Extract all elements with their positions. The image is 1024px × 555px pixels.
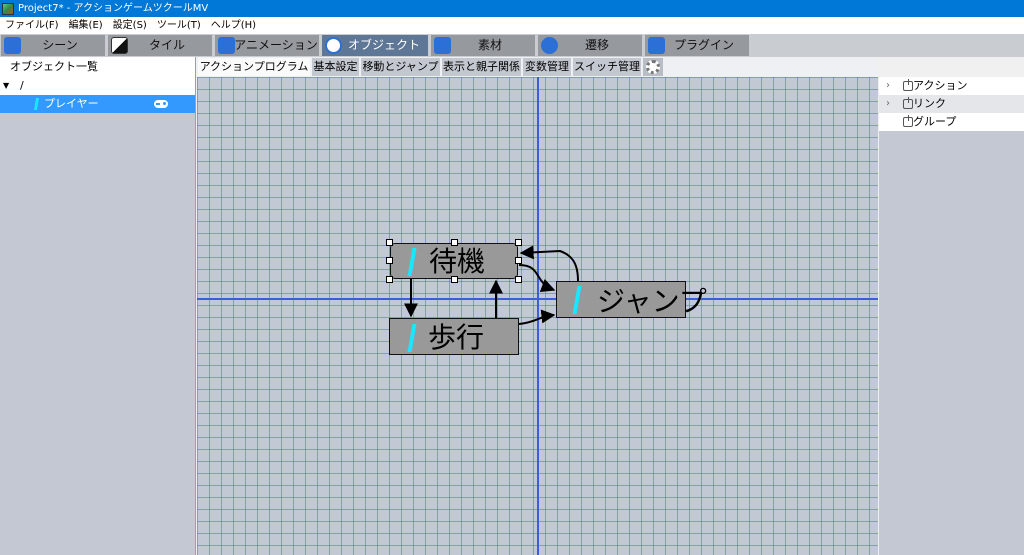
tab-scene-label: シーン xyxy=(42,38,78,52)
tree-item-player[interactable]: プレイヤー xyxy=(0,95,195,113)
subtab-switches[interactable]: スイッチ管理 xyxy=(573,58,641,76)
menu-bar: ファイル(F) 編集(E) 設定(S) ツール(T) ヘルプ(H) xyxy=(0,17,1024,34)
object-list-header: オブジェクト一覧 xyxy=(0,57,195,77)
flash-icon xyxy=(572,286,582,314)
tab-tile-label: タイル xyxy=(148,38,185,52)
palette-item-label: リンク xyxy=(913,97,946,110)
canvas-x-axis xyxy=(197,298,878,300)
palette-panel: › アクション › リンク グループ xyxy=(878,77,1024,555)
palette-item-icon xyxy=(903,97,913,109)
palette-item-action[interactable]: › アクション xyxy=(879,77,1024,95)
resize-handle[interactable] xyxy=(451,239,458,246)
palette-item-label: アクション xyxy=(913,79,968,92)
resize-handle[interactable] xyxy=(515,239,522,246)
tab-animation[interactable]: アニメーション xyxy=(215,35,319,56)
chevron-right-icon[interactable]: › xyxy=(886,77,890,95)
tab-transition-label: 遷移 xyxy=(584,38,609,52)
action-node-label: ジャンプ xyxy=(597,285,707,318)
action-node-walk[interactable]: 歩行 xyxy=(389,318,519,355)
resize-handle[interactable] xyxy=(515,257,522,264)
collapse-toggle-icon[interactable]: ▼ xyxy=(3,77,9,95)
subtab-action-program[interactable]: アクションプログラム xyxy=(198,58,310,76)
tab-tile[interactable]: タイル xyxy=(108,35,212,56)
link-jump-to-idle[interactable] xyxy=(519,245,579,282)
tab-animation-label: アニメーション xyxy=(234,38,318,52)
tab-object[interactable]: オブジェクト xyxy=(322,35,428,56)
menu-file[interactable]: ファイル(F) xyxy=(0,17,64,34)
menu-edit[interactable]: 編集(E) xyxy=(64,17,108,34)
tab-plugin[interactable]: プラグイン xyxy=(645,35,749,56)
palette-item-link[interactable]: › リンク xyxy=(879,95,1024,113)
flash-icon xyxy=(407,248,417,276)
subtab-move-jump[interactable]: 移動とジャンプ xyxy=(361,58,440,76)
window-title: Project7* - アクションゲームツクールMV xyxy=(18,3,209,14)
tab-transition[interactable]: 遷移 xyxy=(538,35,642,56)
palette-item-icon xyxy=(903,115,913,127)
menu-tools[interactable]: ツール(T) xyxy=(152,17,206,34)
palette-item-label: グループ xyxy=(913,115,957,128)
action-program-canvas[interactable]: 待機 歩行 ジャンプ xyxy=(197,77,878,555)
resize-handle[interactable] xyxy=(386,257,393,264)
tree-item-label: プレイヤー xyxy=(44,97,99,110)
gear-icon xyxy=(646,60,660,74)
title-bar: Project7* - アクションゲームツクールMV xyxy=(0,0,1024,17)
subtab-variables[interactable]: 変数管理 xyxy=(523,58,571,76)
settings-gear-button[interactable] xyxy=(643,58,663,76)
chevron-right-icon[interactable]: › xyxy=(886,95,890,113)
tree-root-row[interactable]: ▼ / xyxy=(0,77,195,95)
app-icon xyxy=(2,2,14,15)
resize-handle[interactable] xyxy=(515,276,522,283)
tab-asset[interactable]: 素材 xyxy=(431,35,535,56)
resize-handle[interactable] xyxy=(386,239,393,246)
tab-object-label: オブジェクト xyxy=(347,38,420,52)
palette-item-group[interactable]: グループ xyxy=(879,113,1024,131)
palette-item-icon xyxy=(903,79,913,91)
main-tab-bar: シーン タイル アニメーション オブジェクト 素材 遷移 プラグイン xyxy=(0,34,1024,57)
action-node-label: 待機 xyxy=(429,245,486,278)
gamepad-icon xyxy=(154,100,168,108)
action-node-jump[interactable]: ジャンプ xyxy=(556,281,707,318)
object-list-panel: オブジェクト一覧 ▼ / プレイヤー xyxy=(0,57,196,555)
action-node-idle[interactable]: 待機 xyxy=(390,243,518,279)
menu-help[interactable]: ヘルプ(H) xyxy=(206,17,261,34)
flash-icon xyxy=(33,98,40,110)
resize-handle[interactable] xyxy=(451,276,458,283)
subtab-basic-settings[interactable]: 基本設定 xyxy=(312,58,359,76)
canvas-y-axis xyxy=(537,77,539,555)
tab-plugin-label: プラグイン xyxy=(673,38,734,52)
tab-asset-label: 素材 xyxy=(477,38,502,52)
action-node-label: 歩行 xyxy=(428,321,485,354)
tab-scene[interactable]: シーン xyxy=(1,35,105,56)
flash-icon xyxy=(407,324,417,352)
resize-handle[interactable] xyxy=(386,276,393,283)
subtab-display-parent[interactable]: 表示と親子関係 xyxy=(442,58,521,76)
menu-settings[interactable]: 設定(S) xyxy=(108,17,152,34)
sub-tab-bar: アクションプログラム 基本設定 移動とジャンプ 表示と親子関係 変数管理 スイッ… xyxy=(197,57,878,77)
tree-root-label: / xyxy=(20,79,24,92)
